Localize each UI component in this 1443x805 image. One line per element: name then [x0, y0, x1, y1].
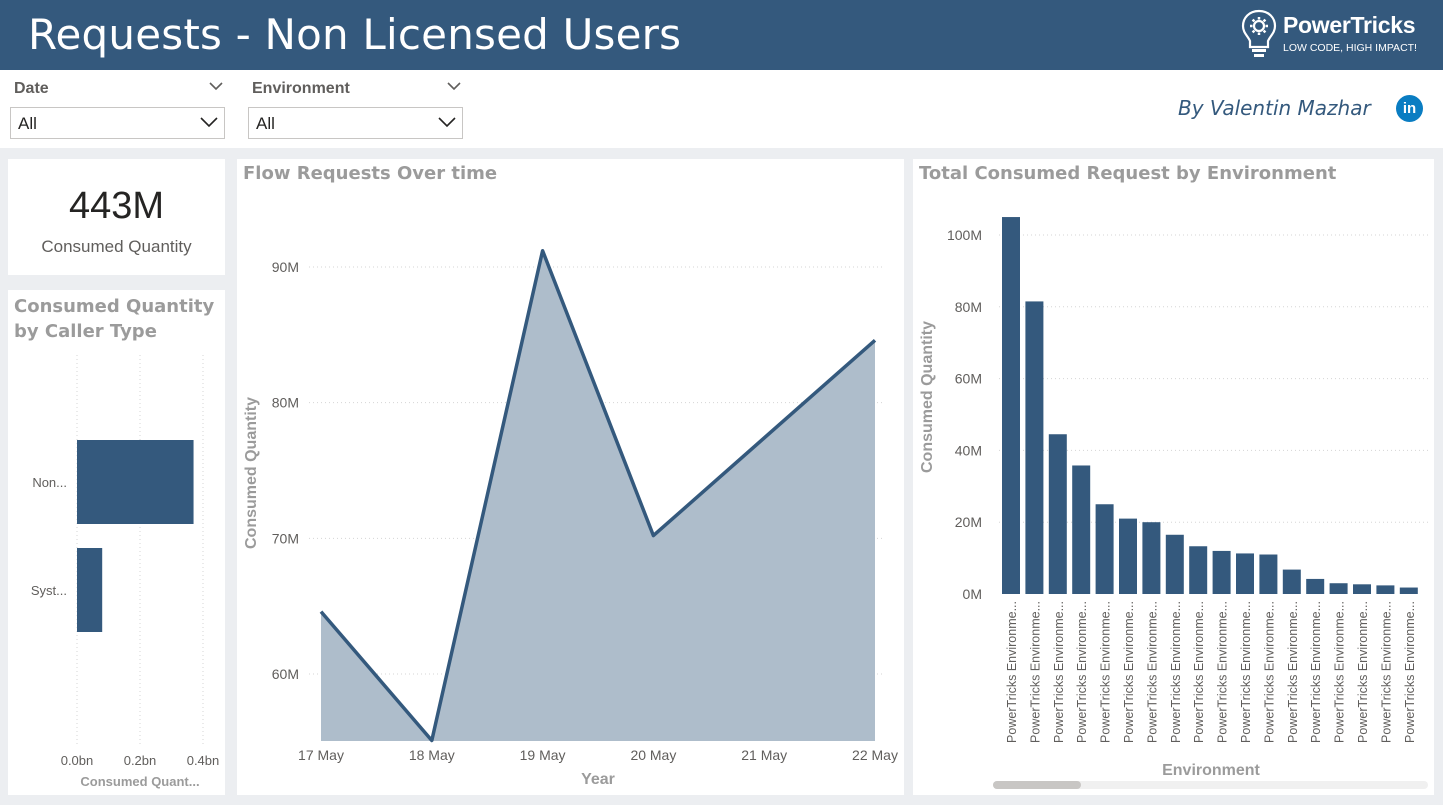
logo-tagline: LOW CODE, HIGH IMPACT! — [1283, 42, 1417, 54]
logo-name: PowerTricks — [1283, 12, 1416, 38]
caller-category-label: Syst... — [31, 583, 67, 598]
env-bar — [1236, 553, 1254, 594]
env-x-tick-label: PowerTricks Environme... — [1333, 601, 1347, 743]
lightbulb-gear-icon — [1241, 9, 1277, 57]
env-x-tick-label: PowerTricks Environme... — [1356, 601, 1370, 743]
env-bar — [1072, 465, 1091, 594]
page-title: Requests - Non Licensed Users — [28, 10, 682, 59]
env-bar — [1025, 301, 1044, 594]
flow-x-tick-label: 21 May — [741, 747, 787, 763]
env-y-tick-label: 20M — [955, 514, 982, 530]
env-bar — [1353, 584, 1371, 594]
env-x-tick-label: PowerTricks Environme... — [1169, 601, 1183, 743]
card-value: 443M — [68, 185, 165, 227]
flow-x-axis-title: Year — [581, 771, 615, 788]
caller-x-tick-label: 0.4bn — [187, 753, 220, 768]
env-bar — [1119, 518, 1137, 594]
env-x-tick-label: PowerTricks Environme... — [1099, 601, 1113, 743]
env-x-tick-label: PowerTricks Environme... — [1216, 601, 1230, 743]
env-x-tick-label: PowerTricks Environme... — [1145, 601, 1159, 743]
env-y-tick-label: 40M — [955, 442, 982, 458]
date-slicer: Date All — [10, 78, 225, 142]
linkedin-icon[interactable]: in — [1396, 95, 1423, 122]
caller-bar — [77, 440, 194, 524]
env-y-tick-label: 100M — [947, 227, 982, 243]
date-dropdown[interactable]: All — [10, 107, 225, 139]
env-x-tick-label: PowerTricks Environme... — [1122, 601, 1136, 743]
powertricks-logo: PowerTricks LOW CODE, HIGH IMPACT! — [1240, 8, 1430, 64]
flow-x-tick-label: 17 May — [298, 747, 344, 763]
consumed-quantity-card: 443M Consumed Quantity — [8, 159, 225, 275]
env-bar — [1002, 217, 1020, 595]
caller-x-tick-label: 0.2bn — [124, 753, 157, 768]
env-bar — [1306, 578, 1325, 594]
flow-y-tick-label: 60M — [272, 666, 299, 682]
env-x-tick-label: PowerTricks Environme... — [1403, 601, 1417, 743]
flow-y-tick-label: 70M — [272, 530, 299, 546]
env-bar — [1189, 546, 1208, 594]
caller-x-axis-title: Consumed Quant... — [80, 774, 199, 789]
env-bar — [1212, 550, 1231, 594]
chevron-down-icon[interactable] — [209, 82, 223, 91]
caller-bar — [77, 548, 103, 632]
env-x-tick-label: PowerTricks Environme... — [1309, 601, 1323, 743]
env-y-axis-title: Consumed Quantity — [919, 321, 936, 473]
env-x-tick-label: PowerTricks Environme... — [1192, 601, 1206, 743]
flow-requests-area-chart: 60M 70M 80M 90M 17 May 18 May 19 May 20 May 21 M… — [243, 248, 898, 788]
env-x-axis-title: Environment — [1162, 762, 1260, 779]
filter-bar: Date All Environment All By Valentin Maz… — [0, 70, 1443, 148]
flow-x-tick-label: 20 May — [630, 747, 676, 763]
env-bar — [1329, 583, 1348, 594]
env-x-tick-label: PowerTricks Environme... — [1075, 601, 1089, 743]
env-bar — [1399, 587, 1418, 594]
env-bar — [1048, 434, 1067, 594]
flow-x-tick-label: 19 May — [520, 747, 566, 763]
chevron-down-icon[interactable] — [447, 82, 461, 91]
env-bar — [1282, 569, 1301, 594]
date-dropdown-value: All — [18, 114, 37, 133]
env-x-tick-label: PowerTricks Environme... — [1052, 601, 1066, 743]
env-bar — [1165, 534, 1184, 594]
caller-type-chart-panel: Consumed Quantity by Caller Type 0.0bn 0.… — [8, 290, 225, 795]
caller-x-tick-label: 0.0bn — [61, 753, 94, 768]
env-x-tick-label: PowerTricks Environme... — [1262, 601, 1276, 743]
environment-bar-chart: 0M 20M 40M 60M 80M 100M PowerTricks Environme.… — [919, 217, 1429, 789]
environment-slicer: Environment All — [248, 78, 463, 142]
flow-area — [321, 250, 875, 741]
env-y-tick-label: 80M — [955, 299, 982, 315]
date-slicer-title: Date — [14, 80, 49, 97]
flow-x-tick-label: 22 May — [852, 747, 898, 763]
env-x-tick-label: PowerTricks Environme... — [1379, 601, 1393, 743]
chevron-down-icon — [200, 117, 218, 128]
env-y-tick-label: 0M — [963, 586, 982, 602]
flow-x-tick-label: 18 May — [409, 747, 455, 763]
env-bar — [1142, 522, 1161, 594]
env-bar — [1095, 504, 1114, 594]
flow-y-tick-label: 80M — [272, 395, 299, 411]
author-byline: By Valentin Mazhar — [1178, 96, 1371, 120]
flow-y-axis-title: Consumed Quantity — [243, 397, 260, 549]
flow-y-tick-label: 90M — [272, 259, 299, 275]
environment-dropdown[interactable]: All — [248, 107, 463, 139]
environment-chart-panel: Total Consumed Request by Environment 0M… — [913, 159, 1434, 795]
caller-category-label: Non... — [32, 475, 67, 490]
caller-type-bar-chart: 0.0bn 0.2bn 0.4bn Non... Syst... Consumed Qua… — [31, 355, 220, 789]
env-bar — [1259, 554, 1278, 594]
env-x-tick-label: PowerTricks Environme... — [1239, 601, 1253, 743]
flow-requests-chart-panel: Flow Requests Over time 60M 70M 80M 90M 17 M… — [237, 159, 904, 795]
chevron-down-icon — [438, 117, 456, 128]
report-header: Requests - Non Licensed Users PowerTrick… — [0, 0, 1443, 70]
env-x-tick-label: PowerTricks Environme... — [1005, 601, 1019, 743]
card-label: Consumed Quantity — [41, 237, 192, 256]
env-x-tick-label: PowerTricks Environme... — [1286, 601, 1300, 743]
environment-dropdown-value: All — [256, 114, 275, 133]
env-bar — [1376, 585, 1395, 594]
env-y-tick-label: 60M — [955, 371, 982, 387]
environment-slicer-title: Environment — [252, 80, 350, 97]
scrollbar-thumb[interactable] — [993, 781, 1081, 789]
env-x-tick-label: PowerTricks Environme... — [1028, 601, 1042, 743]
